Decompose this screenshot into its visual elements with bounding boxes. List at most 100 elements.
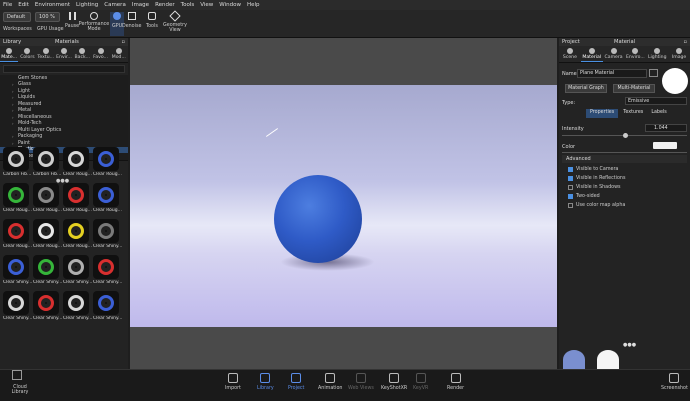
color-slider[interactable] [562,152,687,153]
blue-sphere[interactable] [274,175,362,263]
menu-help[interactable]: Help [247,2,260,8]
camera-icon [669,373,680,383]
menu-environment[interactable]: Environment [35,2,70,8]
option-checkbox[interactable]: Two-sided [568,194,600,199]
option-checkbox[interactable]: Visible in Shadows [568,185,621,190]
denoise-icon [127,12,136,20]
gpu-icon [113,12,122,20]
project-tab[interactable]: Material [580,46,603,62]
material-thumbnail[interactable]: Carbon Fib... [3,147,32,181]
material-thumbnail[interactable]: Clear Roug... [3,183,32,217]
intensity-field[interactable]: 1.044 [645,124,687,132]
material-thumbnail[interactable]: Clear Roug... [63,147,92,181]
type-select[interactable]: Emissive [625,97,687,105]
material-thumbnail[interactable]: Clear Roug... [93,147,122,181]
tab-icon [42,48,49,54]
material-thumbnail[interactable]: Clear Roug... [33,183,62,217]
tab-icon [115,48,122,54]
grid-icon[interactable] [12,370,22,380]
library-tab[interactable]: Envir... [55,46,73,62]
project-tab[interactable]: Image [668,46,690,62]
menu-view[interactable]: View [200,2,213,8]
material-preview-ball [33,183,59,207]
menu-image[interactable]: Image [132,2,149,8]
material-thumbnail[interactable]: Clear Roug... [33,219,62,253]
animation-icon [325,373,336,383]
material-thumbnail[interactable]: Clear Shiny... [3,255,32,289]
workspace-select[interactable]: Default [3,12,31,22]
geometry-view-button[interactable]: Geometry View [163,10,187,33]
library-search-input[interactable] [3,65,125,73]
material-thumbnail[interactable]: Clear Shiny... [93,291,122,325]
menu-file[interactable]: File [3,2,12,8]
material-name-field[interactable]: Plane Material [577,69,647,78]
menu-edit[interactable]: Edit [18,2,29,8]
library-tab[interactable]: Textu... [37,46,55,62]
bottom-project-button[interactable]: Project [288,373,304,391]
material-thumbnail[interactable]: Clear Shiny... [33,291,62,325]
project-tab[interactable]: Scene [559,46,581,62]
bottom-animation-button[interactable]: Animation [318,373,342,391]
material-preview-ball [63,219,89,243]
pause-button[interactable]: Pause [65,12,79,29]
scene-material-thumb[interactable] [597,350,619,369]
material-thumbnail[interactable]: Clear Shiny... [93,219,122,253]
bottom-keyshotxr-button[interactable]: KeyShotXR [381,373,407,391]
checkbox-icon[interactable] [568,167,573,172]
menu-lighting[interactable]: Lighting [76,2,98,8]
library-tab[interactable]: Mod... [110,46,128,62]
render-viewport[interactable] [130,85,557,327]
zoom-select[interactable]: 100 % [35,12,60,22]
project-tab[interactable]: Lighting [646,46,668,62]
material-thumbnail[interactable]: Clear Roug... [63,219,92,253]
menu-camera[interactable]: Camera [104,2,126,8]
tools-button[interactable]: Tools [146,12,158,29]
bottom-keyvr-button[interactable]: KeyVR [413,373,428,391]
library-tab[interactable]: Back... [73,46,91,62]
material-graph-button[interactable]: Material Graph [565,84,607,93]
multi-material-button[interactable]: Multi-Material [613,84,655,93]
advanced-section-header[interactable]: Advanced [562,155,687,163]
project-tab[interactable]: Enviro... [624,46,646,62]
bottom-library-button[interactable]: Library [257,373,274,391]
menu-window[interactable]: Window [219,2,241,8]
intensity-slider-handle[interactable] [623,133,628,138]
material-thumbnail[interactable]: Clear Shiny... [63,255,92,289]
material-thumbnail[interactable]: Clear Roug... [93,183,122,217]
material-thumbnail[interactable]: Carbon Fib... [33,147,62,181]
scene-material-thumb[interactable] [563,350,585,369]
checkbox-icon[interactable] [568,194,573,199]
close-icon[interactable]: ▫ [683,39,687,45]
color-swatch[interactable] [653,142,677,149]
checkbox-icon[interactable] [568,203,573,208]
cloud-library-button[interactable]: Cloud Library [10,385,30,395]
material-thumbnail[interactable]: Clear Shiny... [3,291,32,325]
library-tab[interactable]: Colors [18,46,36,62]
bottom-import-button[interactable]: Import [225,373,241,391]
save-material-icon[interactable] [649,69,658,77]
library-tab[interactable]: Mate... [0,46,19,62]
option-checkbox[interactable]: Visible to Camera [568,167,618,172]
material-thumbnail[interactable]: Clear Shiny... [93,255,122,289]
menu-tools[interactable]: Tools [181,2,195,8]
checkbox-icon[interactable] [568,185,573,190]
library-tab[interactable]: Favo... [91,46,109,62]
material-thumbnail[interactable]: Clear Shiny... [63,291,92,325]
subtab-labels[interactable]: Labels [648,109,669,118]
bottom-web-views-button[interactable]: Web Views [348,373,374,391]
project-tab[interactable]: Camera [603,46,625,62]
material-thumbnail[interactable]: Clear Shiny... [33,255,62,289]
menu-render[interactable]: Render [155,2,175,8]
subtab-properties[interactable]: Properties [586,109,619,118]
performance-button[interactable]: Performance Mode [79,12,109,32]
denoise-button[interactable]: Denoise [122,12,141,29]
screenshot-button[interactable]: Screenshot [661,373,688,391]
option-checkbox[interactable]: Use color map alpha [568,203,625,208]
checkbox-icon[interactable] [568,176,573,181]
material-thumbnail[interactable]: Clear Roug... [3,219,32,253]
option-checkbox[interactable]: Visible in Reflections [568,176,625,181]
subtab-textures[interactable]: Textures [620,109,646,118]
material-thumbnail[interactable]: Clear Roug... [63,183,92,217]
bottom-render-button[interactable]: Render [447,373,464,391]
close-icon[interactable]: ▫ [121,39,125,45]
